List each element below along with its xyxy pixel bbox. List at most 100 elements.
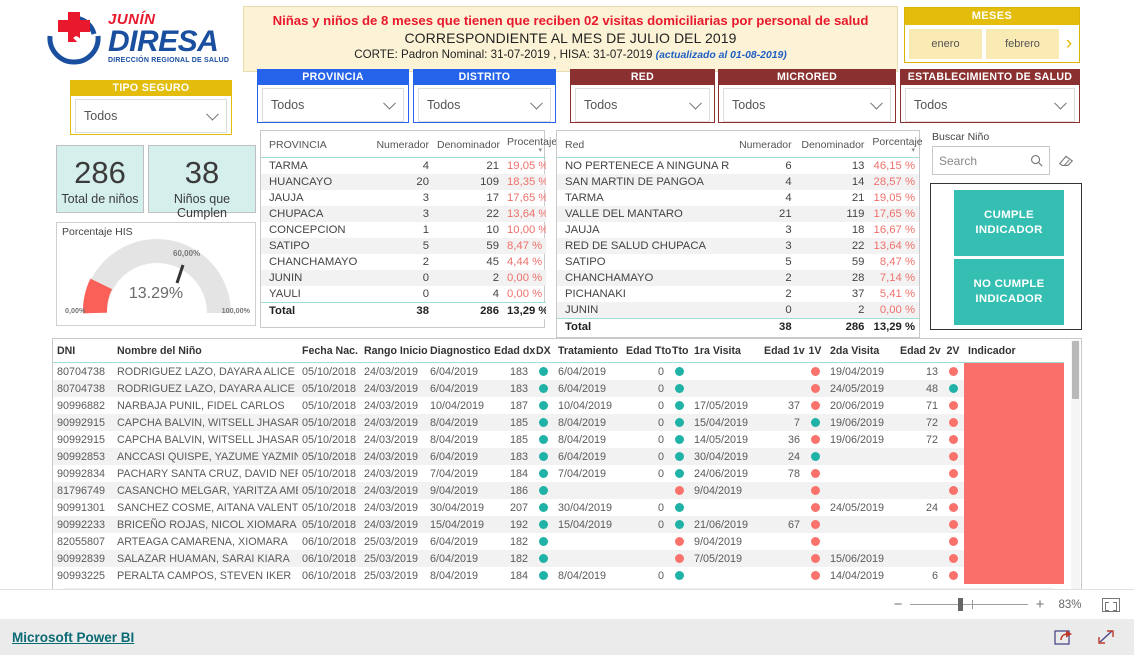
slicer-meses-item-enero[interactable]: enero	[909, 28, 982, 59]
table-vertical-scrollbar[interactable]	[1071, 340, 1080, 592]
col-provincia[interactable]: PROVINCIA	[261, 131, 371, 158]
slicer-microred[interactable]: MICRORED Todos	[718, 69, 896, 123]
plus-icon[interactable]: +	[1032, 596, 1048, 613]
table-row[interactable]: JAUJA 3 17 17,65 %	[261, 190, 546, 206]
slicer-red[interactable]: RED Todos	[570, 69, 715, 123]
cell-diagnostico: 8/04/2019	[430, 569, 479, 582]
slicer-distrito-dropdown[interactable]: Todos	[418, 88, 551, 122]
table-row[interactable]: 80704738 RODRIGUEZ LAZO, DAYARA ALICE 05/1…	[53, 380, 1064, 397]
col-edad-dx[interactable]: Edad dx	[490, 339, 535, 363]
col-red[interactable]: Red	[557, 131, 729, 158]
table-row[interactable]: 90992834 PACHARY SANTA CRUZ, DAVID NEFTAL…	[53, 465, 1064, 482]
slicer-distrito[interactable]: DISTRITO Todos	[413, 69, 556, 123]
table-row[interactable]: CHUPACA 3 22 13,64 %	[261, 206, 546, 222]
table-row[interactable]: 90991301 SANCHEZ COSME, AITANA VALENTINA 0…	[53, 499, 1064, 516]
col-tratamiento[interactable]: Tratamiento	[554, 339, 622, 363]
zoom-slider[interactable]	[910, 598, 1028, 611]
slicer-red-dropdown[interactable]: Todos	[575, 88, 710, 122]
table-row[interactable]: RED DE SALUD CHUPACA 3 22 13,64 %	[557, 238, 919, 254]
table-row[interactable]: 90996882 NARBAJA PUNIL, FIDEL CARLOS 05/10…	[53, 397, 1064, 414]
col-2v[interactable]: 2V	[942, 339, 964, 363]
slicer-establecimiento-header: ESTABLECIMIENTO DE SALUD	[901, 70, 1079, 85]
col-tto[interactable]: Tto	[668, 339, 690, 363]
col-numerador[interactable]: Numerador	[728, 131, 796, 158]
chevron-right-icon[interactable]: ›	[1061, 29, 1077, 59]
microsoft-power-bi-link[interactable]: Microsoft Power BI	[12, 630, 134, 645]
col-nombre-del-nino[interactable]: Nombre del Niño	[113, 339, 298, 363]
table-row[interactable]: SATIPO 5 59 8,47 %	[261, 238, 546, 254]
table-row[interactable]: TARMA 4 21 19,05 %	[557, 190, 919, 206]
slicer-provincia-dropdown[interactable]: Todos	[262, 88, 404, 122]
slicer-establecimiento-de-salud[interactable]: ESTABLECIMIENTO DE SALUD Todos	[900, 69, 1080, 123]
slicer-provincia[interactable]: PROVINCIA Todos	[257, 69, 409, 123]
col-rango-inicio[interactable]: Rango Inicio	[360, 339, 428, 363]
col-edad-tto[interactable]: Edad Tto	[622, 339, 671, 363]
table-row[interactable]: CHANCHAMAYO 2 28 7,14 %	[557, 270, 919, 286]
table-row[interactable]: 81796749CASANCHO MELGAR, YARITZA AMELIA0…	[53, 482, 1064, 499]
col-dx[interactable]: DX	[532, 339, 554, 363]
table-row[interactable]: 90992853 ANCCASI QUISPE, YAZUME YAZMIN 05/…	[53, 448, 1064, 465]
slicer-microred-dropdown[interactable]: Todos	[723, 88, 891, 122]
cell-dx-status	[532, 380, 554, 397]
slicer-meses[interactable]: MESES enero febrero ›	[904, 7, 1080, 63]
col-diagnostico[interactable]: Diagnostico	[426, 339, 491, 363]
table-row[interactable]: TARMA 4 21 19,05 %	[261, 158, 546, 175]
cell-porcentaje: 19,05 %	[873, 192, 915, 204]
table-row[interactable]: CONCEPCION 1 10 10,00 %	[261, 222, 546, 238]
col-procentaje[interactable]: Procentaje ▾	[503, 131, 557, 158]
col-dni[interactable]: DNI	[53, 339, 113, 363]
matrix-red[interactable]: Red Numerador Denominador Porcentaje ▾ N…	[556, 130, 923, 338]
table-row[interactable]: HUANCAYO 20 109 18,35 %	[261, 174, 546, 190]
table-row[interactable]: YAULI 0 4 0,00 %	[261, 286, 546, 303]
col-numerador[interactable]: Numerador	[371, 131, 433, 158]
table-row[interactable]: 90992233 BRICEÑO ROJAS, NICOL XIOMARA 05/1…	[53, 516, 1064, 533]
slicer-tipo-seguro[interactable]: TIPO SEGURO Todos	[70, 80, 232, 135]
col-edad-2v[interactable]: Edad 2v	[896, 339, 942, 363]
table-row[interactable]: NO PERTENECE A NINGUNA RED 6 13 46,15 %	[557, 158, 919, 175]
fit-to-page-icon[interactable]	[1102, 597, 1120, 612]
table-row[interactable]: 90992839 SALAZAR HUAMAN, SARAI KIARA 06/10…	[53, 550, 1064, 567]
minus-icon[interactable]: −	[890, 596, 906, 613]
col-denominador[interactable]: Denominador	[433, 131, 503, 158]
table-row[interactable]: 90992915 CAPCHA BALVIN, WITSELL JHASAR 05/…	[53, 431, 1064, 448]
cell-1ra-visita: 9/04/2019	[694, 535, 743, 548]
table-row[interactable]: CHANCHAMAYO 2 45 4,44 %	[261, 254, 546, 270]
cell-edad-dx: 183	[509, 365, 528, 378]
col-1v[interactable]: 1V	[804, 339, 826, 363]
search-icon[interactable]	[1030, 154, 1043, 167]
zoom-slider-thumb[interactable]	[958, 598, 963, 611]
children-detail-table[interactable]: DNI Nombre del Niño Fecha Nac. Rango Ini…	[52, 338, 1082, 600]
table-row[interactable]: PICHANAKI 2 37 5,41 %	[557, 286, 919, 302]
table-row[interactable]: JUNIN 0 2 0,00 %	[261, 270, 546, 286]
table-row[interactable]: VALLE DEL MANTARO 21 119 17,65 %	[557, 206, 919, 222]
cumple-indicador-button[interactable]: CUMPLE INDICADOR	[954, 190, 1064, 256]
table-row[interactable]: 82055807 ARTEAGA CAMARENA, XIOMARA 06/10/2…	[53, 533, 1064, 550]
col-fecha-nac[interactable]: Fecha Nac.	[298, 339, 360, 363]
fullscreen-icon[interactable]	[1096, 628, 1116, 646]
col-denominador[interactable]: Denominador	[795, 131, 869, 158]
col-edad-1v[interactable]: Edad 1v	[760, 339, 805, 363]
table-row[interactable]: JUNIN 0 2 0,00 %	[557, 302, 919, 319]
table-row[interactable]: SAN MARTIN DE PANGOA 4 14 28,57 %	[557, 174, 919, 190]
col-2da-visita[interactable]: 2da Visita	[826, 339, 896, 363]
table-row[interactable]: 90992915 CAPCHA BALVIN, WITSELL JHASAR 05/…	[53, 414, 1064, 431]
status-dot-red	[810, 537, 820, 547]
table-row[interactable]: JAUJA 3 18 16,67 %	[557, 222, 919, 238]
no-cumple-indicador-button[interactable]: NO CUMPLE INDICADOR	[954, 259, 1064, 325]
eraser-icon[interactable]	[1057, 152, 1075, 168]
table-row[interactable]: 90993225 PERALTA CAMPOS, STEVEN IKER 06/10…	[53, 567, 1064, 584]
table-row[interactable]: 80704738 RODRIGUEZ LAZO, DAYARA ALICE 05/1…	[53, 363, 1064, 380]
table-row[interactable]: SATIPO 5 59 8,47 %	[557, 254, 919, 270]
col-porcentaje[interactable]: Porcentaje ▾	[868, 131, 923, 158]
matrix-provincia[interactable]: PROVINCIA Numerador Denominador Procenta…	[260, 130, 557, 328]
slicer-establecimiento-dropdown[interactable]: Todos	[905, 88, 1075, 122]
col-1ra-visita[interactable]: 1ra Visita	[690, 339, 760, 363]
slicer-tipo-seguro-dropdown[interactable]: Todos	[75, 99, 227, 133]
slicer-meses-item-febrero[interactable]: febrero	[986, 28, 1059, 59]
search-input[interactable]: Search	[932, 146, 1050, 175]
cell-red: JUNIN	[557, 302, 729, 319]
cell-edad-dx: 182	[509, 535, 528, 548]
col-indicador[interactable]: Indicador	[964, 339, 1064, 363]
share-icon[interactable]	[1054, 628, 1074, 646]
chevron-down-icon	[689, 96, 702, 110]
